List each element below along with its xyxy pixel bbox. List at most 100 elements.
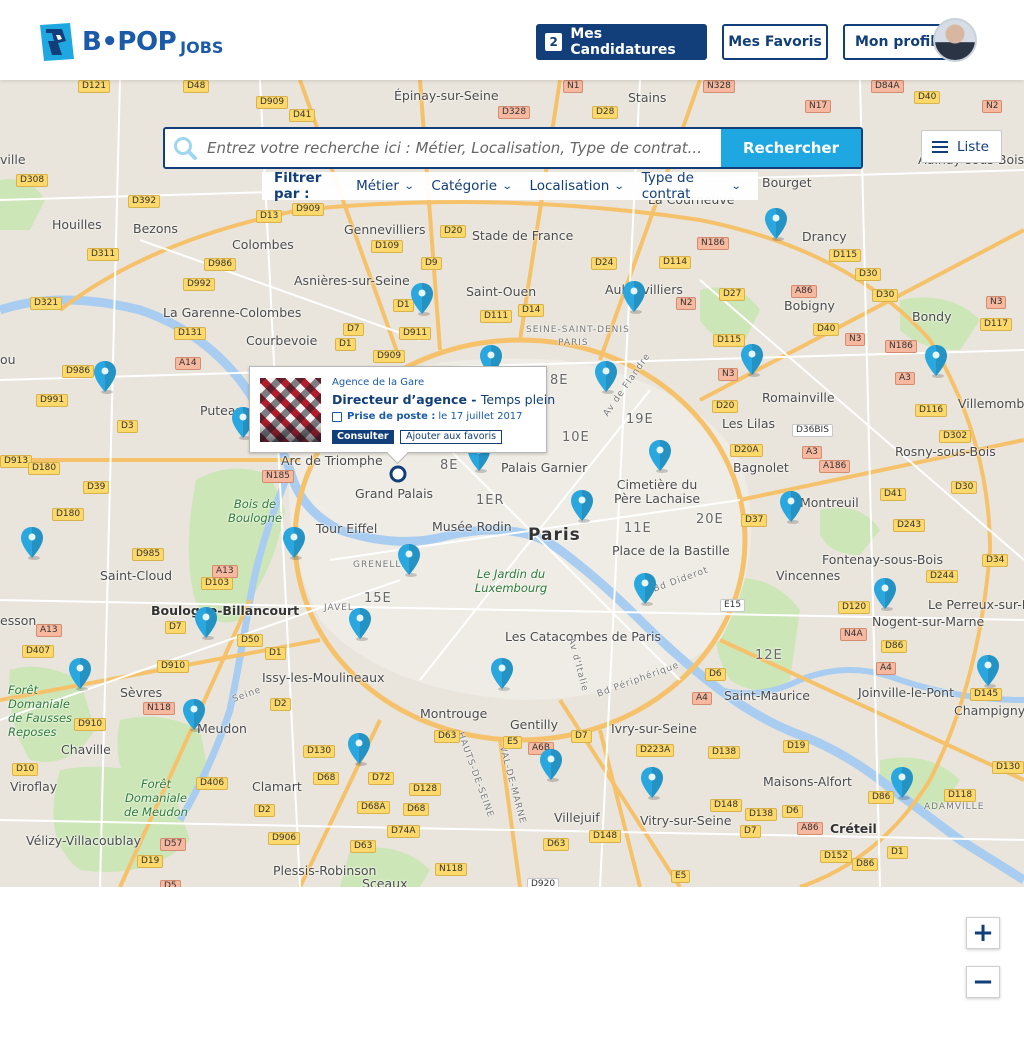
chevron-down-icon: ⌄	[403, 180, 415, 192]
filter-localisation[interactable]: Localisation ⌄	[529, 178, 625, 194]
job-location-pin-icon[interactable]	[569, 489, 595, 523]
road-label: D40	[813, 323, 840, 336]
road-label: A86	[791, 285, 817, 298]
map-label: Chaville	[61, 742, 111, 757]
road-label: D48	[183, 80, 210, 93]
map-label: Cimetière du Père Lachaise	[613, 477, 701, 506]
arrondissement-label: 1ER	[476, 493, 505, 508]
road-label: D6	[705, 668, 726, 681]
search-input[interactable]	[205, 129, 721, 167]
job-location-pin-icon[interactable]	[346, 732, 372, 766]
job-location-pin-icon[interactable]	[67, 657, 93, 691]
map[interactable]: Épinay-sur-Seine Stains Gennevilliers St…	[0, 80, 1024, 887]
road-label: D986	[62, 365, 95, 378]
job-location-pin-icon[interactable]	[281, 526, 307, 560]
job-location-pin-icon[interactable]	[632, 572, 658, 606]
chevron-down-icon: ⌄	[730, 180, 742, 192]
road-label: D148	[589, 830, 622, 843]
filter-categorie[interactable]: Catégorie ⌄	[431, 178, 512, 194]
filter-type-contrat[interactable]: Type de contrat ⌄	[642, 170, 742, 202]
road-label: D302	[939, 430, 972, 443]
list-icon	[932, 138, 948, 156]
job-location-pin-icon[interactable]	[193, 606, 219, 640]
mes-favoris-button[interactable]: Mes Favoris	[722, 24, 828, 60]
map-label: Ivry-sur-Seine	[611, 721, 697, 736]
map-label: Arc de Triomphe	[281, 453, 383, 468]
road-label: D114	[659, 256, 692, 269]
job-location-pin-icon[interactable]	[778, 490, 804, 524]
road-label: D68	[313, 772, 340, 785]
job-location-pin-icon[interactable]	[489, 657, 515, 691]
road-label: A3	[895, 372, 915, 385]
job-location-pin-icon[interactable]	[19, 526, 45, 560]
map-label: Maisons-Alfort	[763, 774, 852, 789]
map-label: Les Lilas	[722, 416, 776, 431]
map-label: Bobigny	[784, 298, 835, 313]
ajouter-favoris-button[interactable]: Ajouter aux favoris	[400, 430, 503, 444]
job-location-pin-icon[interactable]	[923, 344, 949, 378]
road-label: D41	[880, 488, 907, 501]
job-location-pin-icon[interactable]	[396, 543, 422, 577]
bpop-jobs-logo[interactable]: B•POP JOBS	[36, 20, 223, 64]
map-label: Joinville-le-Pont	[858, 685, 954, 700]
favoris-label: Mes Favoris	[728, 34, 822, 50]
road-label: N3	[718, 368, 739, 381]
job-location-pin-icon[interactable]	[538, 748, 564, 782]
map-label: Villejuif	[554, 810, 600, 825]
zoom-in-button[interactable]: +	[966, 917, 1000, 949]
road-label: D120	[838, 601, 871, 614]
job-location-pin-icon[interactable]	[621, 280, 647, 314]
job-title-line[interactable]: Directeur d’agence - Temps plein	[332, 392, 555, 407]
consulter-button[interactable]: Consulter	[332, 430, 394, 444]
road-label: D109	[371, 240, 404, 253]
road-label: D115	[829, 249, 862, 262]
job-location-pin-icon[interactable]	[872, 577, 898, 611]
job-location-pin-icon[interactable]	[181, 698, 207, 732]
bpop-logo-icon	[40, 23, 74, 61]
road-label: A4	[692, 692, 712, 705]
road-label: D7	[343, 323, 364, 336]
avatar[interactable]	[933, 18, 977, 62]
map-label: Champigny	[954, 703, 1024, 718]
zoom-out-button[interactable]: −	[966, 966, 1000, 998]
liste-button[interactable]: Liste	[921, 130, 1002, 163]
job-location-pin-icon[interactable]	[763, 207, 789, 241]
map-label: Clamart	[252, 779, 302, 794]
road-label: D19	[137, 855, 164, 868]
map-label: Fontenay-sous-Bois	[822, 552, 944, 567]
road-label: D407	[22, 645, 55, 658]
job-location-pin-icon[interactable]	[593, 360, 619, 394]
map-label: Épinay-sur-Seine	[394, 88, 499, 103]
job-location-pin-icon[interactable]	[347, 607, 373, 641]
arrondissement-label: 19E	[626, 412, 654, 427]
job-location-pin-icon[interactable]	[647, 439, 673, 473]
job-location-pin-icon[interactable]	[92, 360, 118, 394]
map-label: Saint-Maurice	[724, 688, 810, 703]
road-label: D50	[237, 634, 264, 647]
arrondissement-label: 20E	[696, 512, 724, 527]
map-label: esson	[0, 613, 37, 628]
job-location-pin-icon[interactable]	[409, 282, 435, 316]
road-label: D28	[592, 106, 619, 119]
road-label: D406	[196, 777, 229, 790]
rechercher-button[interactable]: Rechercher	[721, 129, 861, 167]
road-label: D40	[914, 91, 941, 104]
job-location-pin-icon[interactable]	[739, 343, 765, 377]
map-label: Sèvres	[120, 685, 163, 700]
road-label: D30	[855, 268, 882, 281]
arrondissement-label: 10E	[562, 430, 590, 445]
road-label: D111	[480, 310, 513, 323]
map-label: Vitry-sur-Seine	[640, 813, 732, 828]
map-label-park: Forêt Domaniale de Fausses Reposes	[8, 683, 73, 739]
arrondissement-label: 8E	[440, 458, 459, 473]
mes-candidatures-button[interactable]: 2 Mes Candidatures	[536, 24, 707, 60]
job-location-pin-icon[interactable]	[639, 766, 665, 800]
map-label: Gentilly	[510, 717, 559, 732]
filter-metier[interactable]: Métier ⌄	[356, 178, 415, 194]
job-location-pin-icon[interactable]	[889, 766, 915, 800]
map-label: PARIS	[558, 338, 589, 348]
road-label: D1	[265, 647, 286, 660]
road-label: D13	[256, 210, 283, 223]
job-location-pin-icon[interactable]	[975, 654, 1001, 688]
filter-metier-label: Métier	[356, 178, 399, 194]
